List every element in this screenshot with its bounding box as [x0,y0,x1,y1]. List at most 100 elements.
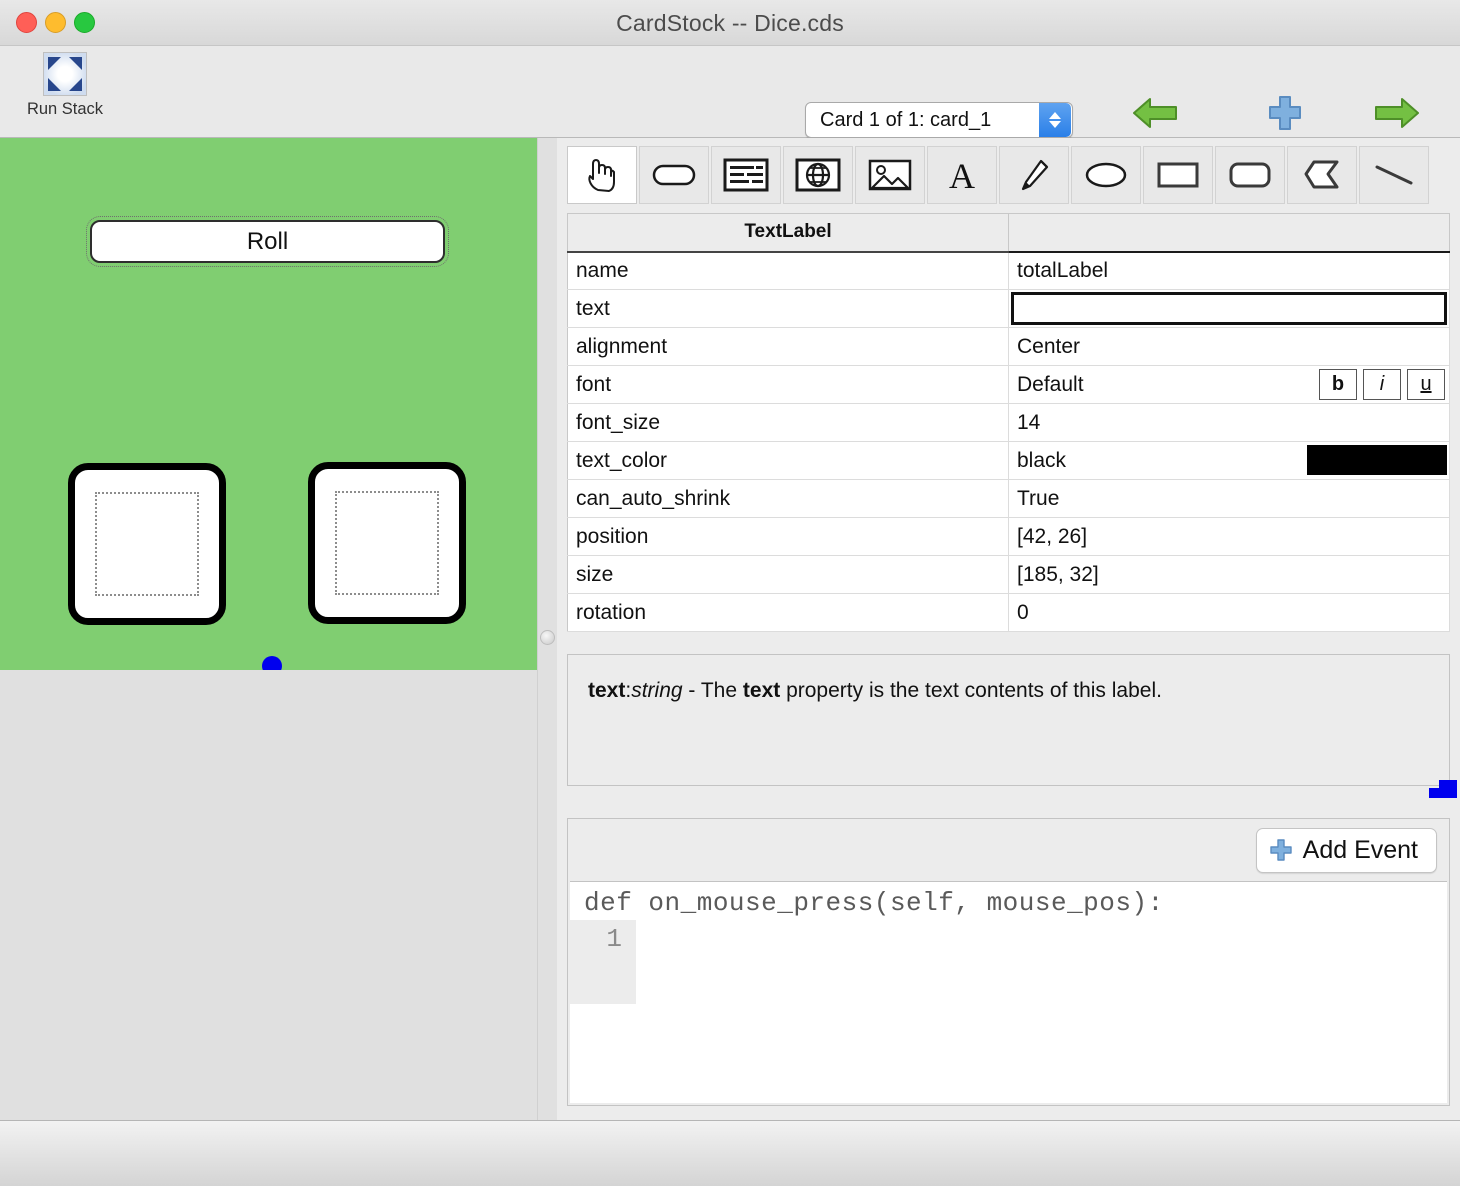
table-row[interactable]: alignment Center [567,327,1450,366]
right-arrow-icon [1370,92,1422,134]
line-icon [1372,161,1416,189]
main-body: Roll A TextLabel name totalLabel text al… [0,138,1460,1120]
table-row[interactable]: text_color black [567,441,1450,480]
table-row[interactable]: position [42, 26] [567,517,1450,556]
left-pane: Roll [0,138,537,1120]
property-table: TextLabel name totalLabel text alignment… [567,213,1450,632]
text-color-label: black [1017,448,1067,472]
rounded-pill-icon [652,162,696,188]
property-key: position [567,517,1009,556]
property-table-header: TextLabel [567,213,1450,253]
polygon-icon [1302,159,1342,191]
code-editor-body[interactable]: def on_mouse_press(self, mouse_pos): 1 [570,881,1447,1103]
image-tool[interactable] [855,146,925,204]
property-value-size[interactable]: [185, 32] [1008,555,1450,594]
svg-text:A: A [949,157,975,193]
property-key: size [567,555,1009,594]
property-value-name[interactable]: totalLabel [1008,251,1450,290]
property-value-can-auto-shrink[interactable]: True [1008,479,1450,518]
property-value-font-size[interactable]: 14 [1008,403,1450,442]
property-value-text[interactable] [1008,289,1450,328]
table-row[interactable]: text [567,289,1450,328]
plus-icon [1259,92,1311,134]
die-left[interactable] [68,463,226,625]
picture-icon [867,158,913,192]
table-row[interactable]: can_auto_shrink True [567,479,1450,518]
table-row[interactable]: name totalLabel [567,251,1450,290]
underline-button[interactable]: u [1407,369,1445,400]
table-row[interactable]: size [185, 32] [567,555,1450,594]
pointing-hand-icon [585,156,619,194]
rect-tool[interactable] [1143,146,1213,204]
italic-button[interactable]: i [1363,369,1401,400]
property-description-panel: text:string - The text property is the t… [567,654,1457,798]
description-prop-type: string [631,679,683,702]
textfield-tool[interactable] [711,146,781,204]
table-row[interactable]: font Default b i u [567,365,1450,404]
property-value-rotation[interactable]: 0 [1008,593,1450,632]
property-key: alignment [567,327,1009,366]
property-key: text [567,289,1009,328]
card-stepper[interactable] [1039,103,1071,137]
card-selector-value: Card 1 of 1: card_1 [820,108,992,131]
property-key: font_size [567,403,1009,442]
oval-tool[interactable] [1071,146,1141,204]
add-event-label: Add Event [1302,835,1418,864]
chevron-up-icon [1049,112,1061,119]
ellipse-icon [1084,160,1128,190]
code-editor-header: Add Event [568,819,1449,881]
description-prop-name: text [588,679,626,702]
splitter-grip-icon[interactable] [540,630,555,645]
bottom-bar [0,1120,1460,1186]
webview-tool[interactable] [783,146,853,204]
tool-palette: A [567,146,1450,204]
text-input[interactable] [1011,292,1447,325]
chevron-down-icon [1049,121,1061,128]
pencil-icon [1017,157,1051,193]
table-row[interactable]: rotation 0 [567,593,1450,632]
main-toolbar: Run Stack Card 1 of 1: card_1 Previous C… [0,46,1460,156]
run-stack-button[interactable]: Run Stack [5,52,125,119]
event-signature: def on_mouse_press(self, mouse_pos): [584,888,1164,918]
letter-a-icon: A [944,157,980,193]
font-style-buttons: b i u [1319,369,1445,400]
code-line-numbers: 1 [570,920,636,1004]
pane-splitter[interactable] [537,138,557,1120]
text-field-icon [723,158,769,192]
button-tool[interactable] [639,146,709,204]
line-tool[interactable] [1359,146,1429,204]
property-key: font [567,365,1009,404]
property-value-position[interactable]: [42, 26] [1008,517,1450,556]
property-value-text-color[interactable]: black [1008,441,1450,480]
description-separator: - [682,679,701,702]
table-row[interactable]: font_size 14 [567,403,1450,442]
rounded-rectangle-icon [1228,160,1272,190]
property-value-alignment[interactable]: Center [1008,327,1450,366]
font-value-label: Default [1017,372,1084,396]
description-body-bold: text [742,679,781,702]
die-right[interactable] [308,462,466,624]
textlabel-tool[interactable]: A [927,146,997,204]
run-stack-label: Run Stack [26,100,104,118]
color-swatch[interactable] [1307,445,1447,475]
add-event-button[interactable]: Add Event [1255,827,1437,873]
roll-button[interactable]: Roll [86,216,449,267]
plus-icon [1269,838,1293,862]
rectangle-icon [1156,160,1200,190]
description-resize-handle[interactable] [1429,780,1457,798]
rotation-handle[interactable] [262,656,282,670]
window-title: CardStock -- Dice.cds [616,10,844,36]
property-value-font[interactable]: Default b i u [1008,365,1450,404]
card-selector[interactable]: Card 1 of 1: card_1 [805,102,1073,138]
card-canvas[interactable]: Roll [0,138,537,670]
bold-button[interactable]: b [1319,369,1357,400]
inspector-pane: A TextLabel name totalLabel text alignme… [557,138,1460,1120]
roundrect-tool[interactable] [1215,146,1285,204]
polygon-tool[interactable] [1287,146,1357,204]
property-type-header: TextLabel [567,213,1009,253]
property-key: text_color [567,441,1009,480]
hand-tool[interactable] [567,146,637,204]
left-arrow-icon [1130,92,1182,134]
description-body-after: property is the text contents of this la… [780,679,1162,702]
pen-tool[interactable] [999,146,1069,204]
